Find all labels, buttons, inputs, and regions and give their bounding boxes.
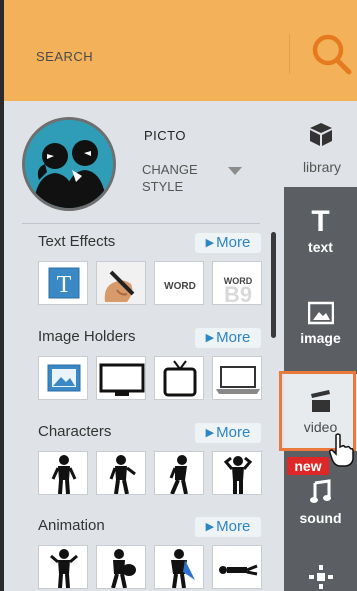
pen-hand-icon (97, 262, 145, 304)
animation-thumb[interactable] (96, 545, 146, 589)
word-textured-icon: WORD B9 (224, 276, 253, 305)
library-panel: PICTO CHANGE STYLE Text Effects ▶More T (4, 101, 284, 591)
laptop-thumb[interactable] (212, 356, 262, 400)
animation-character-icon (50, 549, 78, 588)
thumb-row (38, 545, 264, 589)
effects-icon (308, 565, 333, 589)
tv-icon (163, 360, 197, 397)
svg-text:B9: B9 (224, 282, 252, 305)
word-textured-thumb[interactable]: WORD B9 (212, 261, 262, 305)
rail-item-text[interactable]: T text (284, 205, 357, 285)
text-box-icon: T (48, 267, 80, 299)
character-thumb[interactable] (38, 451, 88, 495)
svg-text:T: T (57, 272, 72, 298)
music-icon (309, 479, 331, 503)
thumb-row: T WORD WORD B9 (38, 261, 264, 305)
rail-item-image[interactable]: image (284, 295, 357, 371)
rail-item-sound[interactable]: sound (284, 475, 357, 543)
character-walking-icon (169, 455, 188, 494)
more-button[interactable]: ▶ More (195, 233, 261, 253)
character-thumb[interactable] (96, 451, 146, 495)
animation-thumb[interactable] (154, 545, 204, 589)
word-outline-icon: WORD (164, 281, 196, 292)
style-avatar[interactable] (22, 117, 116, 211)
scrollbar[interactable] (271, 232, 276, 338)
text-icon: T (311, 205, 330, 238)
more-button[interactable]: ▶ More (195, 517, 261, 537)
character-standing-icon (51, 455, 77, 494)
animation-guitar-icon (111, 549, 136, 588)
thumb-row (38, 451, 264, 495)
app-frame: SEARCH PICTO CHANGE STYLE Text Effects ▶… (0, 0, 357, 591)
animation-thumb[interactable] (212, 545, 262, 589)
library-label: library (302, 159, 342, 175)
rail-label: sound (299, 510, 342, 526)
character-pointing-icon (109, 455, 136, 494)
section-title: Characters (38, 423, 112, 440)
thumb-row (38, 356, 264, 400)
animation-thumb[interactable] (38, 545, 88, 589)
rail-label: image (300, 330, 341, 346)
character-thumb[interactable] (212, 451, 262, 495)
text-box-thumb[interactable]: T (38, 261, 88, 305)
image-icon (307, 301, 334, 325)
image-holder-thumb[interactable] (38, 356, 88, 400)
more-label: More (216, 424, 251, 441)
section-title: Text Effects (38, 233, 116, 250)
animation-lying-icon (219, 564, 258, 576)
play-icon: ▶ (205, 237, 215, 249)
library-button[interactable]: library (284, 101, 357, 187)
word-outline-thumb[interactable]: WORD (154, 261, 204, 305)
more-label: More (216, 329, 251, 346)
more-button[interactable]: ▶ More (195, 423, 261, 443)
cube-icon (310, 123, 332, 146)
laptop-icon (216, 366, 260, 394)
change-style-button[interactable]: CHANGE STYLE (142, 161, 198, 195)
rail-item-effects[interactable] (284, 561, 357, 591)
section-title: Image Holders (38, 328, 136, 345)
section-title: Animation (38, 517, 105, 534)
change-style-line2: STYLE (142, 179, 184, 194)
character-thumb[interactable] (154, 451, 204, 495)
chevron-down-icon[interactable] (228, 167, 242, 175)
hand-cursor-icon (329, 433, 354, 467)
more-label: More (216, 234, 251, 251)
divider (22, 223, 260, 224)
image-icon (47, 364, 81, 392)
search-bar: SEARCH (4, 0, 357, 101)
pen-hand-thumb[interactable] (96, 261, 146, 305)
picto-style-illustration (25, 120, 113, 208)
play-icon: ▶ (205, 521, 215, 533)
animation-hero-icon (171, 549, 195, 588)
search-input[interactable]: SEARCH (36, 49, 93, 64)
thumb-text: WORD (164, 281, 196, 292)
tv-thumb[interactable] (154, 356, 204, 400)
play-icon: ▶ (205, 332, 215, 344)
monitor-thumb[interactable] (96, 356, 146, 400)
more-label: More (216, 518, 251, 535)
search-icon[interactable] (307, 30, 355, 78)
search-divider (289, 34, 290, 74)
play-icon: ▶ (205, 427, 215, 439)
monitor-icon (99, 363, 145, 396)
change-style-line1: CHANGE (142, 162, 198, 177)
character-thinking-icon (223, 456, 253, 494)
style-name: PICTO (144, 128, 186, 143)
more-button[interactable]: ▶ More (195, 328, 261, 348)
rail-label: text (308, 239, 333, 255)
new-badge: new (287, 457, 329, 475)
